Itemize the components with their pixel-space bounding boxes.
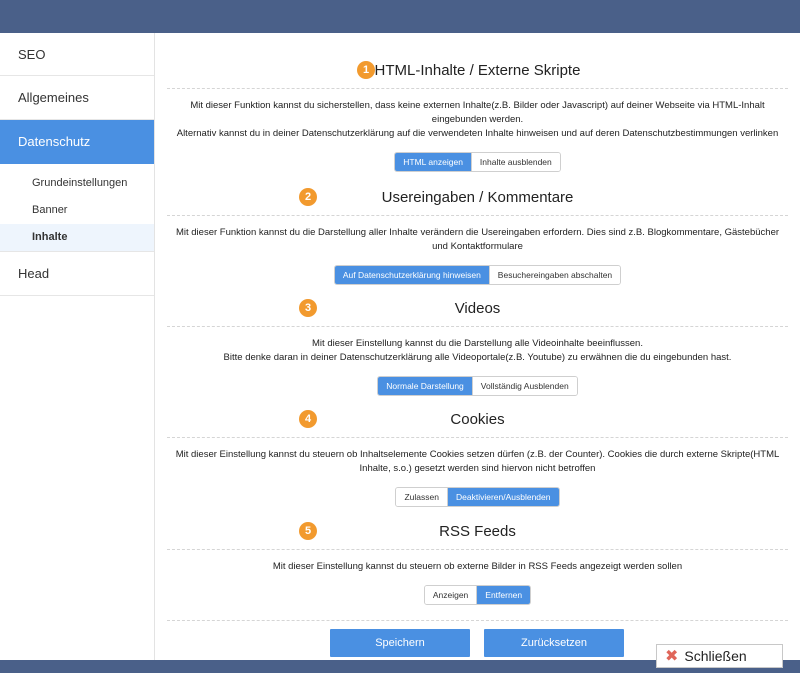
toggle-group: Normale Darstellung Vollständig Ausblend… [377,376,578,396]
section-html-inhalte: 1 HTML-Inhalte / Externe Skripte Mit die… [155,60,800,172]
close-button[interactable]: ✖ Schließen [656,644,783,668]
divider [167,88,788,89]
html-anzeigen-button[interactable]: HTML anzeigen [395,153,471,171]
description-line: Mit dieser Einstellung kannst du steuern… [175,449,780,460]
description-line: Alternativ kannst du in deiner Datenschu… [176,128,779,139]
section-title: 1 HTML-Inhalte / Externe Skripte [155,60,800,82]
deaktivieren-ausblenden-button[interactable]: Deaktivieren/Ausblenden [446,488,559,506]
settings-panel: SEO Allgemeines Datenschutz Grundeinstel… [0,33,800,660]
close-icon: ✖ [665,648,679,665]
normale-darstellung-button[interactable]: Normale Darstellung [378,377,472,395]
section-description: Mit dieser Einstellung kannst du die Dar… [155,337,800,365]
number-badge-icon: 4 [299,410,317,428]
section-usereingaben: 2 Usereingaben / Kommentare Mit dieser F… [155,187,800,285]
divider [167,215,788,216]
inhalte-ausblenden-button[interactable]: Inhalte ausblenden [470,153,560,171]
number-badge-icon: 3 [299,299,317,317]
description-line: Mit dieser Einstellung kannst du steuern… [272,561,683,572]
section-cookies: 4 Cookies Mit dieser Einstellung kannst … [155,409,800,507]
anzeigen-button[interactable]: Anzeigen [424,586,477,604]
sidebar-submenu: Grundeinstellungen Banner Inhalte [0,164,154,252]
besuchereingaben-abschalten-button[interactable]: Besuchereingaben abschalten [488,266,621,284]
sidebar-subitem-banner[interactable]: Banner [0,197,154,224]
divider [167,326,788,327]
entfernen-button[interactable]: Entfernen [476,586,531,604]
datenschutzerklaerung-hinweisen-button[interactable]: Auf Datenschutzerklärung hinweisen [334,266,489,284]
zulassen-button[interactable]: Zulassen [396,488,447,506]
sidebar-subitem-inhalte[interactable]: Inhalte [0,224,154,251]
toggle-group: Auf Datenschutzerklärung hinweisen Besuc… [333,265,622,285]
description-line: Bitte denke daran in deiner Datenschutze… [223,352,732,363]
close-label: Schließen [684,648,747,664]
section-videos: 3 Videos Mit dieser Einstellung kannst d… [155,298,800,396]
description-line: Mit dieser Funktion kannst du die Darste… [175,227,780,238]
section-description: Mit dieser Funktion kannst du die Darste… [155,226,800,254]
divider [167,620,788,621]
section-title: 4 Cookies [155,409,800,431]
number-badge-icon: 2 [299,188,317,206]
sidebar-item-allgemeines[interactable]: Allgemeines [0,76,154,120]
section-description: Mit dieser Einstellung kannst du steuern… [155,560,800,574]
section-title-text: RSS Feeds [439,523,516,540]
reset-button[interactable]: Zurücksetzen [484,629,624,657]
sidebar-item-head[interactable]: Head [0,252,154,296]
save-button[interactable]: Speichern [330,629,470,657]
number-badge-icon: 5 [299,522,317,540]
section-title-text: HTML-Inhalte / Externe Skripte [374,62,581,79]
description-line: Mit dieser Funktion kannst du sicherstel… [190,100,765,111]
section-rss-feeds: 5 RSS Feeds Mit dieser Einstellung kanns… [155,521,800,605]
section-description: Mit dieser Einstellung kannst du steuern… [155,448,800,476]
section-title: 3 Videos [155,298,800,320]
divider [167,437,788,438]
toggle-group: Anzeigen Entfernen [423,585,532,605]
description-line: Mit dieser Einstellung kannst du die Dar… [312,338,643,349]
sidebar-subitem-grundeinstellungen[interactable]: Grundeinstellungen [0,170,154,197]
sidebar-item-seo[interactable]: SEO [0,33,154,76]
section-title-text: Videos [454,300,501,317]
toggle-group: HTML anzeigen Inhalte ausblenden [394,152,561,172]
section-title: 5 RSS Feeds [155,521,800,543]
description-line: eingebunden werden. [431,114,524,125]
section-description: Mit dieser Funktion kannst du sicherstel… [155,99,800,141]
section-title: 2 Usereingaben / Kommentare [155,187,800,209]
section-title-text: Cookies [450,411,505,428]
window-top-bar [0,0,800,33]
sidebar: SEO Allgemeines Datenschutz Grundeinstel… [0,33,155,660]
section-title-text: Usereingaben / Kommentare [381,189,574,206]
divider [167,549,788,550]
description-line: und Kontaktformulare [432,241,523,252]
number-badge-icon: 1 [357,61,375,79]
vollstaendig-ausblenden-button[interactable]: Vollständig Ausblenden [471,377,577,395]
main-content: 1 HTML-Inhalte / Externe Skripte Mit die… [155,33,800,660]
sidebar-item-datenschutz[interactable]: Datenschutz [0,120,154,164]
toggle-group: Zulassen Deaktivieren/Ausblenden [395,487,560,507]
description-line: Inhalte, s.o.) gesetzt werden sind hierv… [359,463,596,474]
